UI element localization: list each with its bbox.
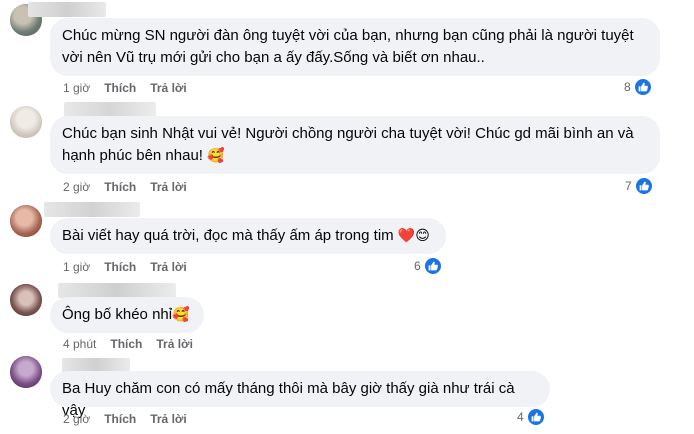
author-name-redacted[interactable] <box>44 202 140 217</box>
comment-text: Bài viết hay quá trời, đọc mà thấy ấm áp… <box>62 227 430 244</box>
reply-button[interactable]: Trả lời <box>150 412 187 426</box>
like-button[interactable]: Thích <box>104 180 136 194</box>
thumbs-up-icon <box>633 78 652 96</box>
comment-actions: 1 giờ Thích Trả lời <box>63 260 201 274</box>
like-button[interactable]: Thích <box>104 412 136 426</box>
reaction-count: 6 <box>414 259 421 273</box>
comment-bubble: Bài viết hay quá trời, đọc mà thấy ấm áp… <box>50 218 446 254</box>
like-button[interactable]: Thích <box>110 337 142 351</box>
comment-text: Chúc bạn sinh Nhật vui vẻ! Người chồng n… <box>62 125 634 164</box>
reaction-summary[interactable]: 4 <box>517 408 545 426</box>
timestamp[interactable]: 1 giờ <box>63 81 90 95</box>
comment-bubble: Ông bố khéo nhỉ🥰 <box>50 297 204 333</box>
comment-text: Ông bố khéo nhỉ🥰 <box>62 306 190 323</box>
avatar[interactable] <box>10 106 42 138</box>
author-name-redacted[interactable] <box>64 102 156 117</box>
reply-button[interactable]: Trả lời <box>150 180 187 194</box>
smiling-hearts-emoji: 🥰 <box>172 307 190 323</box>
heart-smile-emoji: ❤️😊 <box>397 228 430 244</box>
reaction-count: 4 <box>517 410 524 424</box>
comment-actions: 2 giờ Thích Trả lời <box>63 412 201 426</box>
comment-bubble: Chúc mừng SN người đàn ông tuyệt vời của… <box>50 18 660 76</box>
reaction-summary[interactable]: 6 <box>414 257 442 275</box>
comment-actions: 2 giờ Thích Trả lời <box>63 180 201 194</box>
reply-button[interactable]: Trả lời <box>150 260 187 274</box>
avatar[interactable] <box>10 356 42 388</box>
timestamp[interactable]: 2 giờ <box>63 180 90 194</box>
timestamp[interactable]: 4 phút <box>63 337 96 351</box>
reply-button[interactable]: Trả lời <box>150 81 187 95</box>
thumbs-up-icon <box>423 257 442 275</box>
reply-button[interactable]: Trả lời <box>156 337 193 351</box>
thumbs-up-icon <box>526 408 545 426</box>
comment-bubble: Chúc bạn sinh Nhật vui vẻ! Người chồng n… <box>50 116 660 174</box>
comment-bubble: Ba Huy chăm con có mấy tháng thôi mà bây… <box>50 371 550 419</box>
thumbs-up-icon <box>634 177 653 195</box>
reaction-count: 7 <box>625 179 632 193</box>
author-name-redacted[interactable] <box>58 283 176 298</box>
comment-text: Chúc mừng SN người đàn ông tuyệt vời của… <box>62 27 634 66</box>
reaction-summary[interactable]: 8 <box>624 78 652 96</box>
like-button[interactable]: Thích <box>104 260 136 274</box>
avatar[interactable] <box>10 284 42 316</box>
timestamp[interactable]: 1 giờ <box>63 260 90 274</box>
comment-actions: 1 giờ Thích Trả lời <box>63 81 201 95</box>
timestamp[interactable]: 2 giờ <box>63 412 90 426</box>
reaction-count: 8 <box>624 80 631 94</box>
comment-actions: 4 phút Thích Trả lời <box>63 337 207 351</box>
reaction-summary[interactable]: 7 <box>625 177 653 195</box>
like-button[interactable]: Thích <box>104 81 136 95</box>
smiling-hearts-emoji: 🥰 <box>207 148 225 164</box>
avatar[interactable] <box>10 205 42 237</box>
author-name-redacted[interactable] <box>28 2 106 17</box>
